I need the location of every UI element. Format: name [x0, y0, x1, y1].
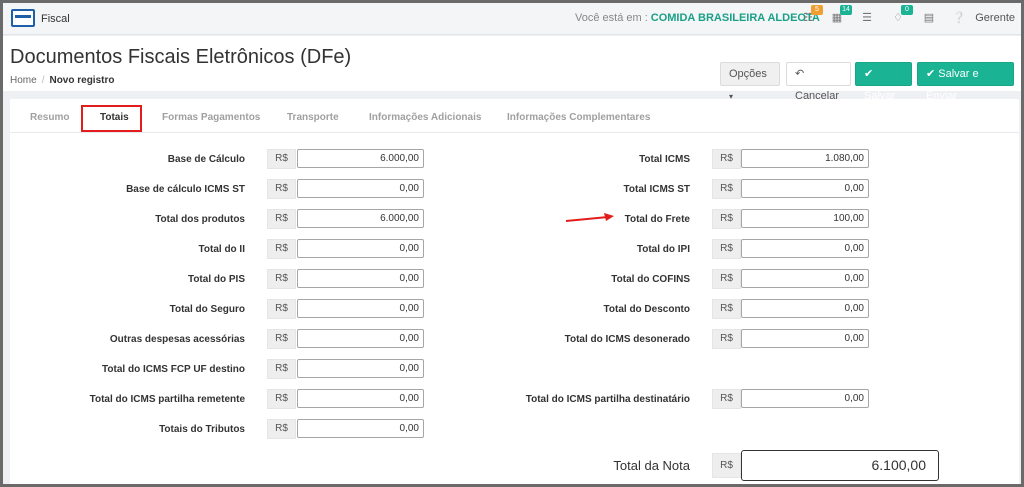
amount-input[interactable]: 0,00 [741, 329, 869, 348]
field-label: Total ICMS ST [623, 184, 690, 195]
check-circle-icon: ✔ [926, 68, 936, 80]
amount-input[interactable]: 0,00 [741, 389, 869, 408]
current-location: Você está em : COMIDA BRASILEIRA ALDEOTA [575, 12, 820, 24]
main-content: Resumo Totais Formas Pagamentos Transpor… [10, 99, 1019, 484]
annotation-arrow [566, 213, 614, 222]
currency-addon: R$ [712, 149, 741, 169]
fiscal-logo-icon [11, 9, 35, 27]
currency-addon: R$ [267, 299, 296, 319]
tab-bar: Resumo Totais Formas Pagamentos Transpor… [10, 99, 1019, 133]
breadcrumb: Home / Novo registro [10, 75, 114, 86]
breadcrumb-current: Novo registro [49, 75, 115, 86]
app-title: Fiscal [41, 13, 70, 25]
bell-icon[interactable]: ♢ 0 [891, 5, 913, 25]
notification-badge: 5 [811, 5, 823, 15]
total-nota-label: Total da Nota [613, 458, 690, 473]
save-button[interactable]: ✔ Salvar [855, 62, 912, 102]
options-dropdown-button[interactable]: Opções ▾ [720, 62, 780, 101]
company-link[interactable]: COMIDA BRASILEIRA ALDEOTA [651, 12, 820, 24]
list-icon[interactable]: ☰ [860, 11, 874, 25]
tab-informacoes-adicionais[interactable]: Informações Adicionais [369, 112, 481, 123]
field-label: Outras despesas acessórias [109, 334, 245, 345]
field-label: Total do Desconto [603, 304, 690, 315]
currency-addon: R$ [712, 453, 741, 478]
field-label: Total do PIS [187, 274, 245, 285]
amount-input[interactable]: 0,00 [297, 299, 424, 318]
amount-input[interactable]: 0,00 [741, 269, 869, 288]
amount-input[interactable]: 0,00 [297, 389, 424, 408]
currency-addon: R$ [712, 179, 741, 199]
field-label: Totais do Tributos [159, 424, 245, 435]
currency-addon: R$ [712, 209, 741, 229]
currency-addon: R$ [267, 329, 296, 349]
user-menu[interactable]: Gerente [975, 12, 1015, 24]
org-chart-icon[interactable]: ☷ 5 [801, 5, 823, 25]
field-label: Total do ICMS partilha remetente [89, 394, 245, 405]
field-label: Total do COFINS [611, 274, 690, 285]
grid-icon[interactable]: ▦ 14 [830, 5, 852, 25]
currency-addon: R$ [712, 269, 741, 289]
field-label: Total ICMS [639, 154, 690, 165]
currency-addon: R$ [267, 359, 296, 379]
tab-transporte[interactable]: Transporte [287, 112, 339, 123]
field-label: Total do ICMS partilha destinatário [525, 394, 690, 405]
currency-addon: R$ [267, 269, 296, 289]
amount-input[interactable]: 0,00 [297, 419, 424, 438]
amount-input[interactable]: 100,00 [741, 209, 869, 228]
notification-badge: 14 [840, 5, 852, 15]
tab-informacoes-complementares[interactable]: Informações Complementares [507, 112, 650, 123]
currency-addon: R$ [267, 389, 296, 409]
location-label: Você está em : [575, 12, 648, 24]
currency-addon: R$ [267, 179, 296, 199]
field-label: Total do IPI [636, 244, 690, 255]
amount-input[interactable]: 0,00 [297, 329, 424, 348]
check-icon: ✔ [864, 68, 874, 80]
page-header: Documentos Fiscais Eletrônicos (DFe) Hom… [3, 36, 1021, 102]
currency-addon: R$ [267, 149, 296, 169]
amount-input[interactable]: 6.000,00 [297, 149, 424, 168]
amount-input[interactable]: 0,00 [297, 359, 424, 378]
currency-addon: R$ [712, 299, 741, 319]
field-label: Total do ICMS desonerado [564, 334, 690, 345]
currency-addon: R$ [267, 419, 296, 439]
amount-input[interactable]: 0,00 [297, 269, 424, 288]
currency-addon: R$ [267, 209, 296, 229]
field-label: Total do Seguro [169, 304, 245, 315]
help-icon[interactable]: ❔ [952, 11, 966, 25]
tab-formas-pagamentos[interactable]: Formas Pagamentos [162, 112, 260, 123]
amount-input[interactable]: 0,00 [741, 239, 869, 258]
breadcrumb-home[interactable]: Home [10, 75, 37, 86]
amount-input[interactable]: 1.080,00 [741, 149, 869, 168]
calendar-icon[interactable]: ▤ [922, 11, 936, 25]
field-label: Total do II [198, 244, 245, 255]
tab-resumo[interactable]: Resumo [30, 112, 69, 123]
undo-icon: ↶ [795, 68, 805, 80]
notification-badge: 0 [901, 5, 913, 15]
amount-input[interactable]: 0,00 [297, 179, 424, 198]
amount-input[interactable]: 0,00 [741, 179, 869, 198]
top-navbar: Fiscal Você está em : COMIDA BRASILEIRA A… [3, 3, 1021, 35]
currency-addon: R$ [712, 239, 741, 259]
total-nota-input[interactable]: 6.100,00 [741, 450, 939, 481]
field-label: Base de cálculo ICMS ST [126, 184, 245, 195]
amount-input[interactable]: 6.000,00 [297, 209, 424, 228]
field-label: Base de Cálculo [167, 154, 245, 165]
save-and-send-button[interactable]: ✔ Salvar e Enviar [917, 62, 1014, 102]
page-title: Documentos Fiscais Eletrônicos (DFe) [10, 46, 352, 68]
field-label: Total dos produtos [155, 214, 245, 225]
amount-input[interactable]: 0,00 [741, 299, 869, 318]
amount-input[interactable]: 0,00 [297, 239, 424, 258]
currency-addon: R$ [712, 329, 741, 349]
breadcrumb-separator: / [41, 75, 45, 86]
tab-totais[interactable]: Totais [100, 112, 129, 123]
cancel-button[interactable]: ↶ Cancelar [786, 62, 851, 102]
options-label: Opções [729, 68, 767, 80]
app-window: Fiscal Você está em : COMIDA BRASILEIRA A… [0, 0, 1024, 487]
field-label: Total do ICMS FCP UF destino [102, 364, 245, 375]
currency-addon: R$ [712, 389, 741, 409]
currency-addon: R$ [267, 239, 296, 259]
